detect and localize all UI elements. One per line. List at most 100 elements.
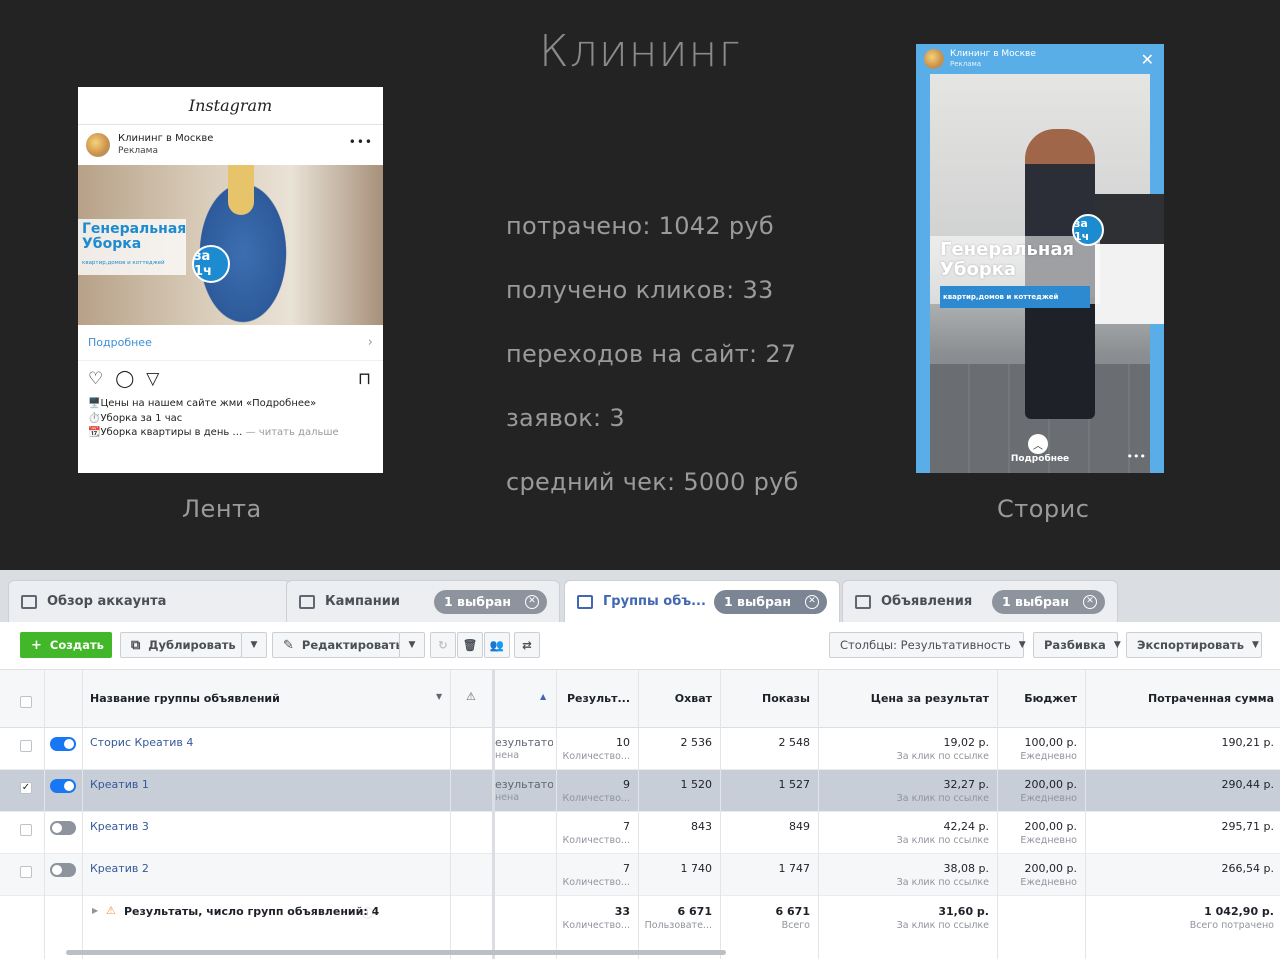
ad-set-name[interactable]: Креатив 2 (90, 862, 149, 875)
budget-value[interactable]: 100,00 р. (1000, 736, 1077, 749)
chevron-up-icon: ︿ (1028, 434, 1048, 454)
caption-line: ⏱️Уборка за 1 час (88, 412, 183, 424)
duplicate-dropdown[interactable]: ▼ (241, 632, 267, 658)
duplicate-button[interactable]: ⧉ Дублировать (120, 632, 242, 658)
edit-dropdown[interactable]: ▼ (399, 632, 425, 658)
rules-button[interactable]: ⇄ (514, 632, 540, 658)
campaign-stats: потрачено: 1042 руб получено кликов: 33 … (506, 212, 799, 532)
table-row[interactable]: ✓ Креатив 1 езультатов нена 9 Количество… (0, 770, 1280, 812)
status-toggle[interactable] (50, 821, 76, 835)
story-header: Клининг в Москве Реклама (916, 44, 1164, 74)
stat-leads: заявок: 3 (506, 404, 625, 432)
totals-label: Результаты, число групп объявлений: 4 (124, 905, 380, 918)
feed-post-header: Клининг в Москве Реклама ••• (78, 125, 383, 165)
stat-average-check: средний чек: 5000 руб (506, 468, 799, 496)
avatar (86, 133, 110, 157)
clear-selection-icon[interactable]: ✕ (1083, 594, 1097, 609)
select-all-checkbox[interactable] (20, 696, 32, 708)
selected-pill[interactable]: 1 выбран ✕ (713, 589, 827, 614)
sponsored-label: Реклама (118, 146, 158, 156)
budget-value[interactable]: 200,00 р. (1000, 862, 1077, 875)
cost-value: 38,08 р. (943, 862, 989, 875)
row-checkbox[interactable] (20, 824, 32, 836)
ad-icon (855, 594, 871, 609)
status-toggle[interactable] (50, 737, 76, 751)
avatar (924, 49, 944, 69)
header-name[interactable]: Название группы объявлений (90, 692, 280, 705)
more-options-icon: ••• (348, 135, 373, 149)
breakdown-dropdown[interactable]: Разбивка ▼ (1033, 632, 1121, 658)
expand-icon[interactable]: ▶ (92, 906, 98, 915)
edit-button[interactable]: ✎ Редактировать (272, 632, 403, 658)
budget-value[interactable]: 200,00 р. (1000, 820, 1077, 833)
tab-account-overview[interactable]: Обзор аккаунта (8, 580, 290, 622)
columns-dropdown[interactable]: Столбцы: Результативность ▼ (829, 632, 1026, 658)
status-toggle[interactable] (50, 863, 76, 877)
account-overview-icon (21, 594, 37, 609)
ab-test-button[interactable]: 👥 (484, 632, 510, 658)
comment-icon: ◯ (115, 369, 135, 389)
bookmark-icon: ⊓ (357, 369, 371, 389)
delivery-status: езультатов (495, 736, 553, 749)
budget-value[interactable]: 200,00 р. (1000, 778, 1077, 791)
table-row[interactable]: Креатив 3 7 Количество... 843 849 42,24 … (0, 812, 1280, 854)
ad-set-name[interactable]: Креатив 3 (90, 820, 149, 833)
instagram-feed-ad: Instagram Клининг в Москве Реклама ••• Г… (78, 87, 383, 473)
row-checkbox[interactable] (20, 866, 32, 878)
row-checkbox[interactable]: ✓ (20, 782, 32, 794)
budget-sub: Ежедневно (1020, 793, 1077, 804)
ad-sets-table: Название группы объявлений ▼ ⚠ ▲ Результ… (0, 670, 1280, 959)
horizontal-scrollbar[interactable] (66, 950, 726, 955)
instagram-story-ad: Клининг в Москве Реклама ✕ Генеральная У… (916, 44, 1164, 473)
spent-value: 290,44 р. (1221, 778, 1274, 791)
delete-button[interactable]: 🗑 (457, 632, 483, 658)
create-button[interactable]: + Создать (20, 632, 112, 658)
tab-ads[interactable]: Объявления 1 выбран ✕ (842, 580, 1118, 622)
post-caption: 🖥️Цены на нашем сайте жми «Подробнее» ⏱️… (78, 397, 383, 441)
tab-campaigns[interactable]: Кампании 1 выбран ✕ (286, 580, 560, 622)
banner-title: Генеральная Уборка (940, 239, 1075, 280)
tab-ad-sets[interactable]: Группы объ... 1 выбран ✕ (564, 580, 840, 622)
table-row[interactable]: Сторис Креатив 4 езультатов нена 10 Коли… (0, 728, 1280, 770)
spent-value: 266,54 р. (1221, 862, 1274, 875)
pencil-icon: ✎ (283, 637, 294, 653)
header-budget[interactable]: Бюджет (1000, 692, 1077, 705)
results-value: 9 (623, 778, 630, 791)
impressions-value: 1 527 (778, 778, 811, 791)
frozen-column-divider[interactable] (492, 670, 495, 959)
selected-pill[interactable]: 1 выбран ✕ (433, 589, 547, 614)
header-amount-spent[interactable]: Потраченная сумма (1088, 692, 1274, 705)
selected-pill[interactable]: 1 выбран ✕ (991, 589, 1105, 614)
ad-set-name[interactable]: Креатив 1 (90, 778, 149, 791)
info-icon[interactable]: ⓘ (362, 905, 373, 921)
row-checkbox[interactable] (20, 740, 32, 752)
header-cost-per-result[interactable]: Цена за результат (820, 692, 989, 705)
pill-label: 1 выбран (723, 594, 791, 609)
header-results[interactable]: Результ... (560, 692, 630, 705)
caret-down-icon: ▼ (408, 640, 416, 650)
header-reach[interactable]: Охват (640, 692, 712, 705)
share-icon: ▽ (146, 369, 160, 389)
totals-row: ▶ ⚠ Результаты, число групп объявлений: … (0, 896, 1280, 942)
export-dropdown[interactable]: Экспортировать ▼ (1126, 632, 1262, 658)
clear-selection-icon[interactable]: ✕ (525, 594, 539, 609)
sort-asc-icon[interactable]: ▲ (540, 692, 546, 701)
trash-icon: 🗑 (462, 638, 478, 652)
caret-down-icon: ▼ (1251, 640, 1259, 650)
ad-set-name[interactable]: Сторис Креатив 4 (90, 736, 193, 749)
duplicate-icon: ⧉ (131, 637, 141, 653)
refresh-button[interactable]: ↻ (430, 632, 456, 658)
sort-icon[interactable]: ▼ (436, 692, 442, 701)
tab-label: Объявления (881, 594, 973, 609)
learn-more-link: Подробнее › (78, 325, 383, 361)
impressions-value: 1 747 (778, 862, 811, 875)
budget-sub: Ежедневно (1020, 751, 1077, 762)
table-row[interactable]: Креатив 2 7 Количество... 1 740 1 747 38… (0, 854, 1280, 896)
caption-line: 🖥️Цены на нашем сайте жми «Подробнее» (88, 398, 317, 409)
post-actions: ♡ ◯ ▽ ⊓ (78, 361, 383, 397)
header-impressions[interactable]: Показы (722, 692, 810, 705)
account-name: Клининг в Москве (118, 133, 214, 144)
sponsored-label: Реклама (950, 60, 982, 68)
clear-selection-icon[interactable]: ✕ (805, 594, 819, 609)
status-toggle[interactable] (50, 779, 76, 793)
